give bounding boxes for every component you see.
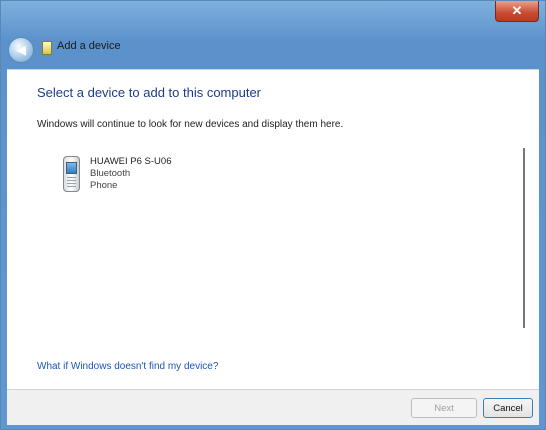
add-device-icon	[42, 41, 52, 55]
device-category: Phone	[90, 180, 118, 191]
back-arrow-icon: ◀	[16, 42, 26, 58]
add-device-window: ✕ ◀ Add a device Select a device to add …	[0, 0, 546, 430]
device-item[interactable]: HUAWEI P6 S-U06 Bluetooth Phone	[57, 150, 237, 202]
page-heading: Select a device to add to this computer	[37, 85, 262, 100]
page-description: Windows will continue to look for new de…	[37, 119, 344, 130]
window-title: Add a device	[57, 40, 121, 52]
back-button[interactable]: ◀	[8, 37, 34, 63]
device-connection: Bluetooth	[90, 168, 131, 179]
device-list-scrollbar[interactable]	[523, 148, 525, 328]
title-bar: ✕ ◀ Add a device	[1, 1, 545, 63]
phone-keypad	[67, 177, 76, 188]
phone-icon	[63, 156, 80, 192]
main-content: Select a device to add to this computer …	[7, 69, 539, 389]
phone-screen	[66, 162, 77, 174]
next-button[interactable]: Next	[411, 398, 477, 418]
close-button[interactable]: ✕	[495, 1, 539, 22]
cancel-button[interactable]: Cancel	[483, 398, 533, 418]
dialog-footer: Next Cancel	[7, 389, 539, 425]
device-list: HUAWEI P6 S-U06 Bluetooth Phone	[37, 144, 527, 330]
close-icon: ✕	[511, 3, 523, 18]
device-name: HUAWEI P6 S-U06	[90, 156, 172, 167]
help-link[interactable]: What if Windows doesn't find my device?	[37, 361, 218, 372]
